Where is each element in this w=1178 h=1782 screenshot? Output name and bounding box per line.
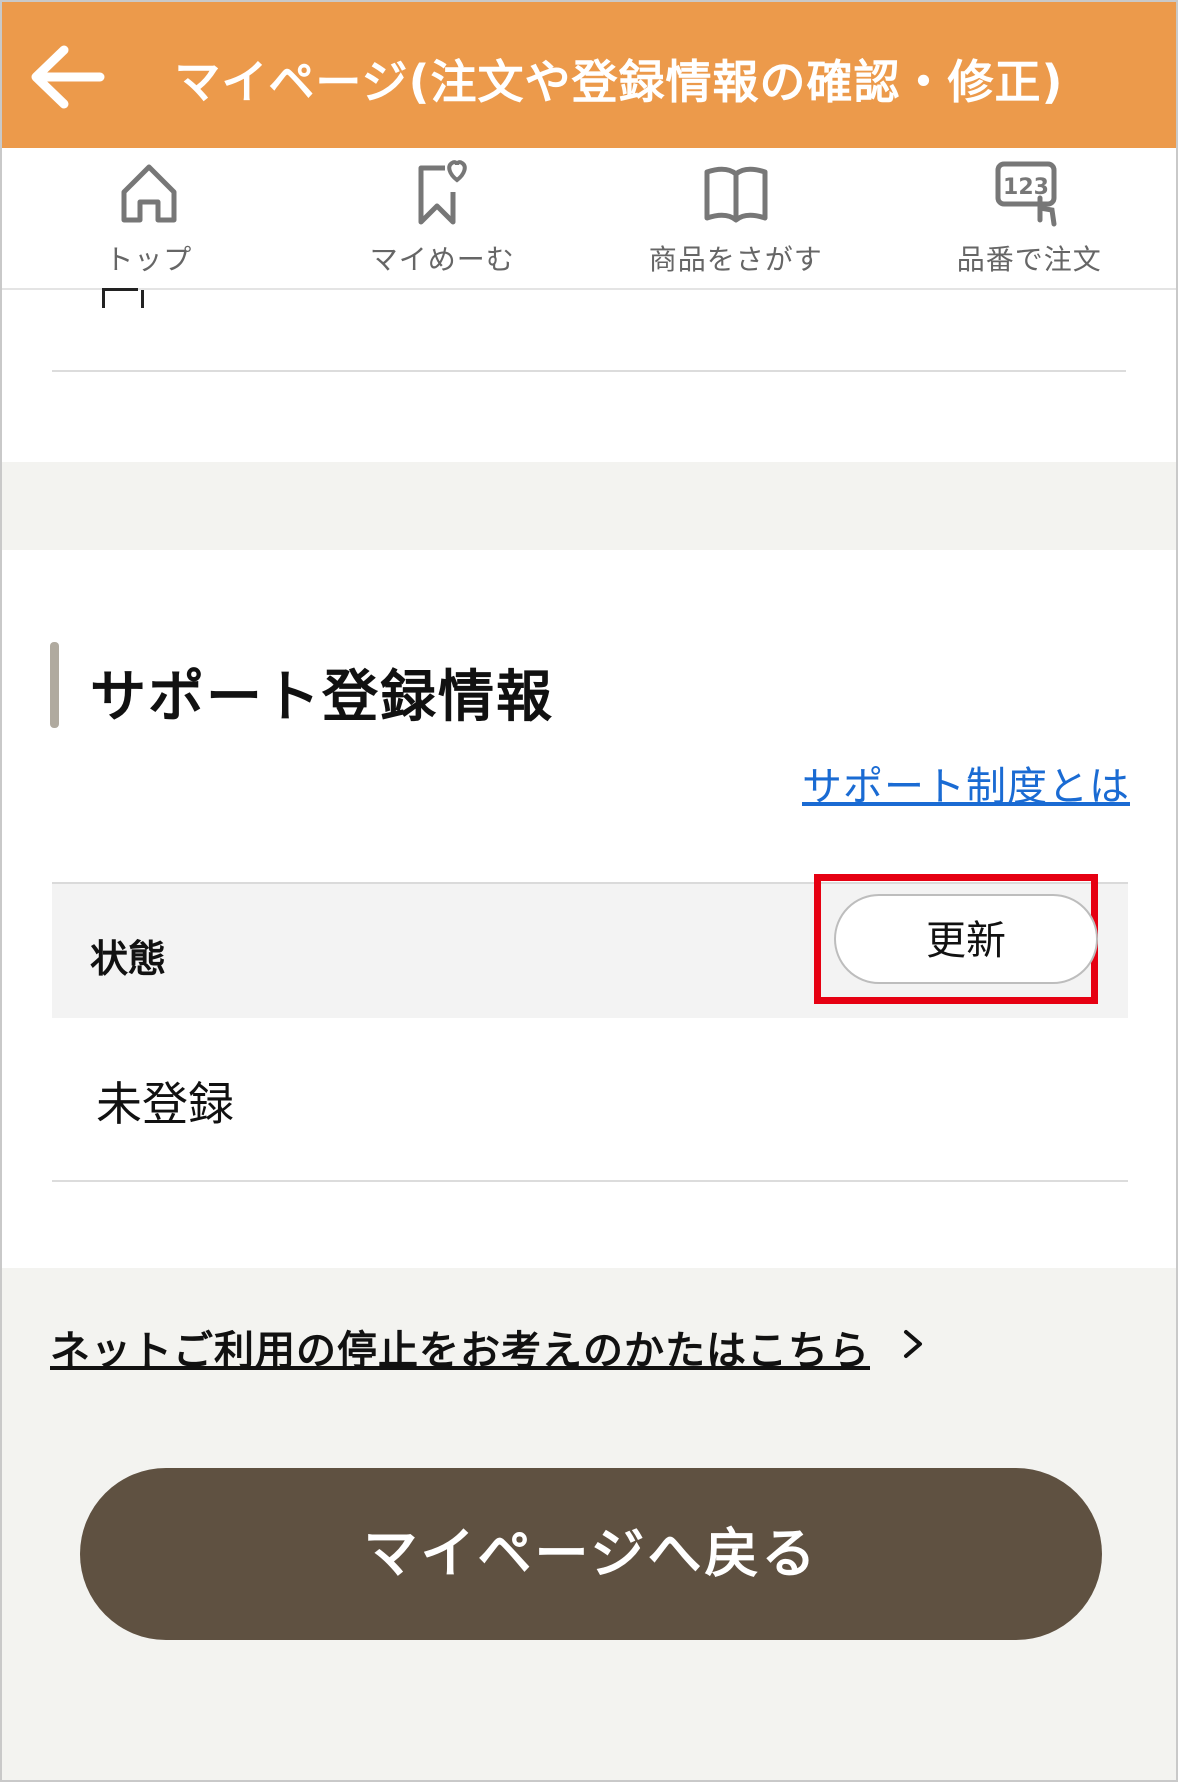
status-label: 状態 — [90, 937, 167, 981]
update-button[interactable]: 更新 — [834, 894, 1098, 984]
divider — [52, 1180, 1128, 1182]
nav-label-mymemu: マイめーむ — [369, 243, 515, 276]
app-frame: マイページ(注文や登録情報の確認・修正) トップ マイめーむ 商品をさがす 12… — [0, 0, 1178, 1782]
svg-text:123: 123 — [1003, 175, 1049, 200]
clipped-text — [102, 288, 144, 308]
status-value: 未登録 — [96, 1077, 234, 1131]
divider — [52, 370, 1126, 372]
back-to-mypage-button[interactable]: マイページへ戻る — [80, 1468, 1102, 1640]
previous-section-tail — [2, 288, 1176, 462]
book-icon — [704, 166, 768, 223]
home-icon — [121, 164, 177, 223]
nav-label-top: トップ — [105, 243, 193, 276]
section-title: サポート登録情報 — [90, 665, 554, 730]
header-bar: マイページ(注文や登録情報の確認・修正) — [2, 2, 1176, 148]
nav-item-search[interactable]: 商品をさがす — [589, 148, 883, 288]
nav-item-mymemu[interactable]: マイめーむ — [296, 148, 590, 288]
status-header-row: 状態 更新 — [52, 874, 1128, 1018]
bookmark-heart-icon — [418, 160, 467, 225]
section-accent-bar — [50, 642, 59, 728]
top-nav: トップ マイめーむ 商品をさがす 123 品番で注文 — [2, 148, 1176, 290]
nav-item-order-by-number[interactable]: 123 品番で注文 — [883, 148, 1177, 288]
number-tap-icon: 123 — [995, 161, 1057, 227]
page-title: マイページ(注文や登録情報の確認・修正) — [174, 55, 1064, 109]
support-section: サポート登録情報 サポート制度とは 状態 更新 未登録 — [2, 550, 1176, 1268]
stop-service-link[interactable]: ネットご利用の停止をお考えのかたはこちら — [50, 1318, 870, 1376]
nav-item-top[interactable]: トップ — [2, 148, 296, 288]
nav-label-search: 商品をさがす — [648, 243, 823, 276]
chevron-right-icon — [904, 1330, 922, 1358]
nav-label-order-by-number: 品番で注文 — [956, 243, 1102, 276]
support-info-link[interactable]: サポート制度とは — [802, 754, 1130, 812]
